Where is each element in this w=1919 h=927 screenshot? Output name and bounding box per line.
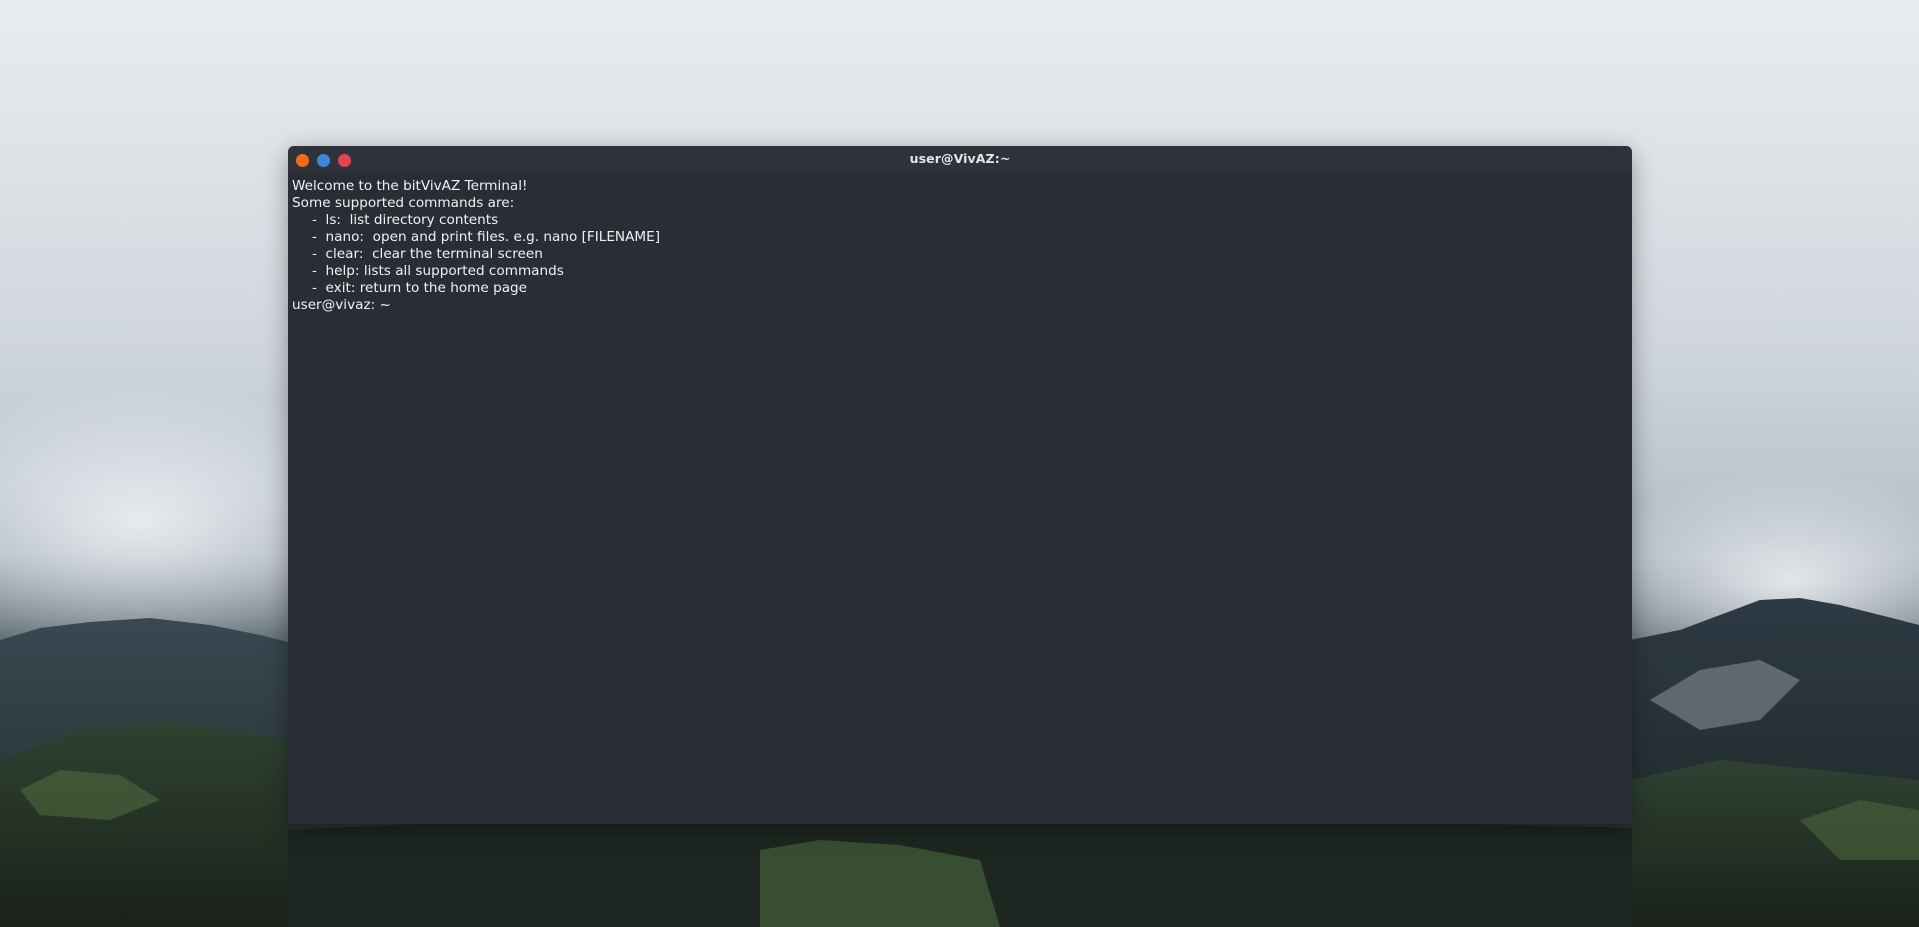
command-help-line: - nano: open and print files. e.g. nano … bbox=[312, 229, 661, 245]
prompt-row: user@vivaz: ~ bbox=[292, 297, 1628, 314]
intro-line: Some supported commands are: bbox=[292, 195, 515, 211]
command-input[interactable] bbox=[394, 297, 1628, 314]
command-help-line: - clear: clear the terminal screen bbox=[312, 246, 543, 262]
command-help-line: - ls: list directory contents bbox=[312, 212, 499, 228]
terminal-output[interactable]: Welcome to the bitVivAZ Terminal! Some s… bbox=[288, 174, 1632, 314]
command-help-line: - help: lists all supported commands bbox=[312, 263, 564, 279]
shell-prompt: user@vivaz: ~ bbox=[292, 297, 391, 313]
terminal-window: user@VivAZ:~ Welcome to the bitVivAZ Ter… bbox=[288, 146, 1632, 824]
title-bar[interactable]: user@VivAZ:~ bbox=[288, 146, 1632, 174]
window-title: user@VivAZ:~ bbox=[909, 151, 1011, 166]
command-help-line: - exit: return to the home page bbox=[312, 280, 528, 296]
welcome-line: Welcome to the bitVivAZ Terminal! bbox=[292, 178, 528, 194]
